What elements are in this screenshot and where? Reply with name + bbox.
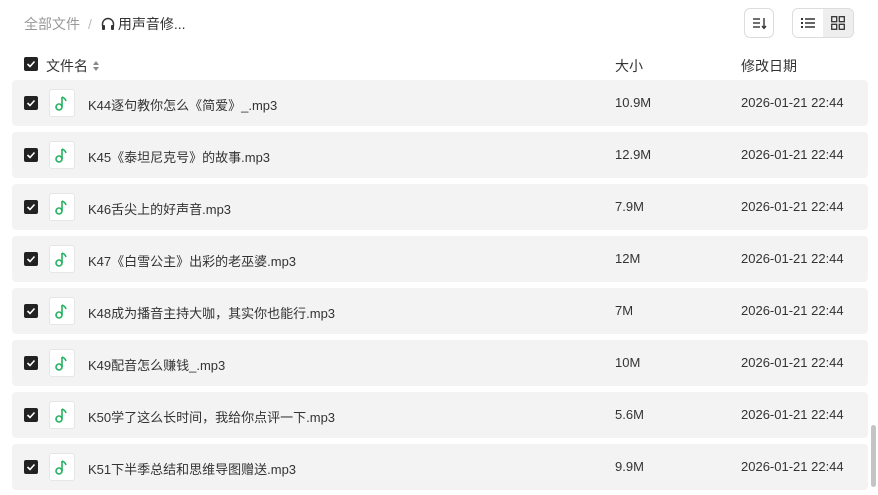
- file-date: 2026-01-21 22:44: [741, 199, 844, 214]
- select-all-checkbox[interactable]: [24, 57, 38, 71]
- row-checkbox[interactable]: [24, 200, 38, 214]
- file-row[interactable]: K49配音怎么赚钱_.mp3 10M 2026-01-21 22:44: [12, 340, 868, 386]
- row-checkbox[interactable]: [24, 460, 38, 474]
- headphones-icon: [101, 17, 115, 30]
- check-icon: [26, 307, 36, 315]
- music-note-icon: [55, 96, 67, 111]
- list-view-button[interactable]: [793, 9, 823, 37]
- file-size: 10.9M: [615, 95, 652, 110]
- breadcrumb: 全部文件 / 用声音修...: [24, 13, 186, 35]
- file-row[interactable]: K47《白雪公主》出彩的老巫婆.mp3 12M 2026-01-21 22:44: [12, 236, 868, 282]
- breadcrumb-separator: /: [88, 16, 92, 32]
- file-row[interactable]: K50学了这么长时间，我给你点评一下.mp3 5.6M 2026-01-21 2…: [12, 392, 868, 438]
- column-header-name-label: 文件名: [46, 58, 88, 74]
- check-icon: [26, 60, 36, 68]
- check-icon: [26, 411, 36, 419]
- sort-button[interactable]: [744, 8, 774, 38]
- check-icon: [26, 463, 36, 471]
- breadcrumb-current[interactable]: 用声音修...: [100, 14, 186, 34]
- grid-view-button[interactable]: [823, 9, 853, 37]
- music-note-icon: [55, 148, 67, 163]
- file-name[interactable]: K50学了这么长时间，我给你点评一下.mp3: [88, 407, 335, 426]
- row-checkbox[interactable]: [24, 252, 38, 266]
- file-row[interactable]: K48成为播音主持大咖，其实你也能行.mp3 7M 2026-01-21 22:…: [12, 288, 868, 334]
- file-date: 2026-01-21 22:44: [741, 407, 844, 422]
- breadcrumb-current-label: 用声音修...: [117, 16, 186, 32]
- music-file-icon: [49, 89, 75, 117]
- sort-toggle-icon: [93, 61, 99, 71]
- file-name[interactable]: K49配音怎么赚钱_.mp3: [88, 355, 225, 374]
- file-size: 10M: [615, 355, 641, 370]
- file-name[interactable]: K47《白雪公主》出彩的老巫婆.mp3: [88, 251, 296, 270]
- check-icon: [26, 203, 36, 211]
- music-note-icon: [55, 304, 67, 319]
- music-note-icon: [55, 356, 67, 371]
- column-header-name[interactable]: 文件名: [46, 56, 100, 76]
- row-checkbox[interactable]: [24, 96, 38, 110]
- row-checkbox[interactable]: [24, 408, 38, 422]
- music-file-icon: [49, 453, 75, 481]
- music-file-icon: [49, 401, 75, 429]
- grid-view-icon: [831, 16, 845, 30]
- check-icon: [26, 99, 36, 107]
- music-note-icon: [55, 460, 67, 475]
- file-date: 2026-01-21 22:44: [741, 147, 844, 162]
- file-date: 2026-01-21 22:44: [741, 303, 844, 318]
- file-size: 12M: [615, 251, 641, 266]
- file-list-header: 文件名 大小 修改日期: [12, 50, 868, 78]
- file-date: 2026-01-21 22:44: [741, 355, 844, 370]
- row-checkbox[interactable]: [24, 304, 38, 318]
- vertical-scrollbar[interactable]: [871, 425, 876, 487]
- music-file-icon: [49, 193, 75, 221]
- file-name[interactable]: K45《泰坦尼克号》的故事.mp3: [88, 147, 270, 166]
- music-file-icon: [49, 297, 75, 325]
- file-size: 9.9M: [615, 459, 644, 474]
- file-size: 12.9M: [615, 147, 652, 162]
- music-note-icon: [55, 200, 67, 215]
- file-row[interactable]: K45《泰坦尼克号》的故事.mp3 12.9M 2026-01-21 22:44: [12, 132, 868, 178]
- breadcrumb-root[interactable]: 全部文件: [24, 14, 80, 34]
- file-name[interactable]: K51下半季总结和思维导图赠送.mp3: [88, 459, 296, 478]
- file-name[interactable]: K48成为播音主持大咖，其实你也能行.mp3: [88, 303, 335, 322]
- list-view-icon: [801, 18, 815, 28]
- music-note-icon: [55, 408, 67, 423]
- sort-icon: [753, 18, 767, 30]
- music-note-icon: [55, 252, 67, 267]
- check-icon: [26, 151, 36, 159]
- row-checkbox[interactable]: [24, 148, 38, 162]
- file-size: 7.9M: [615, 199, 644, 214]
- file-date: 2026-01-21 22:44: [741, 95, 844, 110]
- file-name[interactable]: K44逐句教你怎么《简爱》_.mp3: [88, 95, 277, 114]
- file-date: 2026-01-21 22:44: [741, 459, 844, 474]
- file-size: 7M: [615, 303, 634, 318]
- view-switch: [792, 8, 854, 38]
- music-file-icon: [49, 349, 75, 377]
- music-file-icon: [49, 245, 75, 273]
- column-header-size[interactable]: 大小: [615, 56, 643, 76]
- file-size: 5.6M: [615, 407, 644, 422]
- file-name[interactable]: K46舌尖上的好声音.mp3: [88, 199, 231, 218]
- row-checkbox[interactable]: [24, 356, 38, 370]
- file-row[interactable]: K44逐句教你怎么《简爱》_.mp3 10.9M 2026-01-21 22:4…: [12, 80, 868, 126]
- column-header-date[interactable]: 修改日期: [741, 56, 797, 76]
- check-icon: [26, 255, 36, 263]
- music-file-icon: [49, 141, 75, 169]
- check-icon: [26, 359, 36, 367]
- file-date: 2026-01-21 22:44: [741, 251, 844, 266]
- file-row[interactable]: K46舌尖上的好声音.mp3 7.9M 2026-01-21 22:44: [12, 184, 868, 230]
- file-row[interactable]: K51下半季总结和思维导图赠送.mp3 9.9M 2026-01-21 22:4…: [12, 444, 868, 490]
